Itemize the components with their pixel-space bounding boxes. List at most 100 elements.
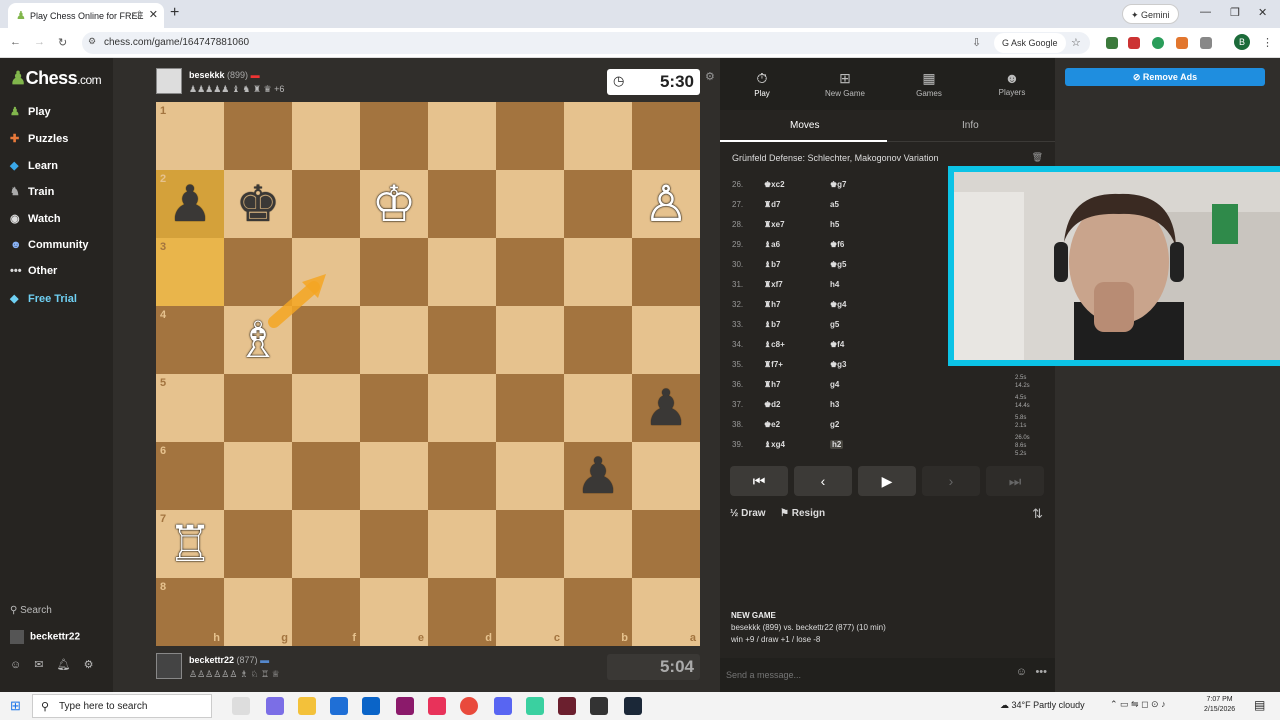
sidebar-item-play[interactable]: ♟ Play [10,105,51,125]
chesscom-logo[interactable]: ♟Chess.com [10,68,102,89]
white-move[interactable]: ♚d2 [764,400,781,409]
steam-icon[interactable] [624,697,642,715]
previous-move-button[interactable]: ‹ [794,466,852,496]
white-move[interactable]: ♚xc2 [764,180,785,189]
ask-google-button[interactable]: G Ask Google [994,33,1066,53]
flip-board-icon[interactable]: ⇅ [1032,506,1043,522]
sidebar-item-free-trial[interactable]: ◆ Free Trial [10,292,77,312]
sidebar-item-watch[interactable]: ◉ Watch [10,212,61,232]
notifications-icon[interactable]: 🔔︎ [57,659,71,671]
black-move[interactable]: h5 [830,220,839,229]
black-move[interactable]: g5 [830,320,839,329]
audio-icon[interactable]: ◁) [132,9,142,20]
tab-games[interactable]: ▦ Games [889,70,969,98]
store-icon[interactable] [330,697,348,715]
black-move[interactable]: g2 [830,420,839,429]
black-move[interactable]: ♚g3 [830,360,847,369]
chrome-icon[interactable] [460,697,478,715]
opponent-name[interactable]: besekkk [189,70,225,80]
extension-icon[interactable] [1128,37,1140,49]
remove-ads-button[interactable]: ⊘ Remove Ads [1065,68,1265,86]
player-name[interactable]: beckettr22 [189,655,234,665]
app-icon[interactable] [558,697,576,715]
taskbar-search[interactable]: ⚲ Type here to search [32,694,212,718]
messages-icon[interactable]: ✉ [34,659,43,671]
black-move[interactable]: ♚g5 [830,260,847,269]
white-move[interactable]: ♜h7 [764,300,781,309]
black-move[interactable]: h4 [830,280,839,289]
white-move[interactable]: ♚e2 [764,420,780,429]
black-move[interactable]: h3 [830,400,839,409]
opening-name[interactable]: Grünfeld Defense: Schlechter, Makogonov … [732,153,938,163]
white-move[interactable]: ♝c8+ [764,340,785,349]
white-move[interactable]: ♝xg4 [764,440,785,449]
emoji-icon[interactable]: ☺ [1016,666,1027,678]
sidebar-item-community[interactable]: ☻ Community [10,239,89,259]
site-info-icon[interactable]: ⚙ [88,36,96,47]
draw-button[interactable]: ½ Draw [730,508,766,519]
discord-icon[interactable] [494,697,512,715]
browser-tab[interactable]: ♟ Play Chess Online for FREE ◁) ✕ [8,3,164,28]
play-button[interactable]: ▶ [858,466,916,496]
black-move[interactable]: a5 [830,200,839,209]
new-tab-button[interactable]: + [170,4,179,22]
sidebar-search[interactable]: ⚲ Search [10,605,52,616]
app-icon[interactable] [526,697,544,715]
resign-button[interactable]: ⚑ Resign [780,508,825,519]
back-icon[interactable]: ← [10,36,21,48]
copilot-icon[interactable] [266,697,284,715]
close-tab-icon[interactable]: ✕ [149,8,158,21]
player-avatar[interactable] [156,653,182,679]
notifications-icon[interactable]: ▤ [1254,698,1265,712]
bookmark-star-icon[interactable]: ☆ [1071,36,1081,49]
chess-board[interactable]: 1 2 3 4 5 6 7 8 h g f e d c b a ♟ ♚ ♔ ♙ ♗ ♟ ♟ ♖ [156,102,700,646]
extension-icon[interactable] [1176,37,1188,49]
forward-icon[interactable]: → [34,36,45,48]
black-move[interactable]: g4 [830,380,839,389]
more-options-icon[interactable]: ••• [1035,666,1047,678]
black-move[interactable]: ♚f4 [830,340,844,349]
black-move[interactable]: ♚f6 [830,240,844,249]
white-move[interactable]: ♝a6 [764,240,780,249]
sidebar-item-learn[interactable]: ◆ Learn [10,159,58,179]
tab-moves[interactable]: Moves [790,120,819,131]
chat-input[interactable] [726,664,1036,682]
outlook-icon[interactable] [362,697,380,715]
white-move[interactable]: ♜h7 [764,380,781,389]
board-settings-icon[interactable]: ⚙ [705,70,715,83]
tab-new-game[interactable]: ⊞ New Game [805,70,885,98]
black-move[interactable]: ♚g4 [830,300,847,309]
tab-info[interactable]: Info [962,120,979,131]
black-move[interactable]: ♚g7 [830,180,847,189]
app-icon[interactable] [590,697,608,715]
next-move-button[interactable]: › [922,466,980,496]
install-icon[interactable]: ⇩ [972,36,981,49]
extension-icon[interactable] [1106,37,1118,49]
music-icon[interactable] [428,697,446,715]
browser-menu-icon[interactable]: ⋮ [1262,36,1273,49]
sidebar-item-puzzles[interactable]: ✚ Puzzles [10,132,68,152]
extension-icon[interactable] [1152,37,1164,49]
task-view-icon[interactable] [232,697,250,715]
sidebar-item-other[interactable]: ••• Other [10,265,57,285]
white-move[interactable]: ♜xf7 [764,280,783,289]
friends-icon[interactable]: ☺ [10,659,21,671]
app-icon[interactable] [396,697,414,715]
gemini-button[interactable]: ✦ Gemini [1122,4,1179,24]
trash-icon[interactable]: 🗑︎ [1032,152,1043,163]
white-move[interactable]: ♝b7 [764,260,781,269]
last-move-button[interactable]: ⏭ [986,466,1044,496]
extensions-puzzle-icon[interactable] [1200,37,1212,49]
close-window-icon[interactable]: ✕ [1258,6,1267,19]
profile-avatar[interactable]: B [1234,34,1250,50]
white-move[interactable]: ♜d7 [764,200,781,209]
file-explorer-icon[interactable] [298,697,316,715]
tab-players[interactable]: ☻ Players [972,70,1052,97]
white-move[interactable]: ♜f7+ [764,360,783,369]
black-move[interactable]: h2 [830,440,844,449]
windows-start-icon[interactable]: ⊞ [10,698,21,714]
system-tray-icons[interactable]: ⌃ ▭ ⇋ ◻ ⊙ ♪ [1110,699,1166,710]
first-move-button[interactable]: ⏮ [730,466,788,496]
weather-widget[interactable]: ☁ 34°F Partly cloudy [1000,700,1085,711]
system-clock[interactable]: 7:07 PM 2/15/2026 [1204,695,1235,715]
